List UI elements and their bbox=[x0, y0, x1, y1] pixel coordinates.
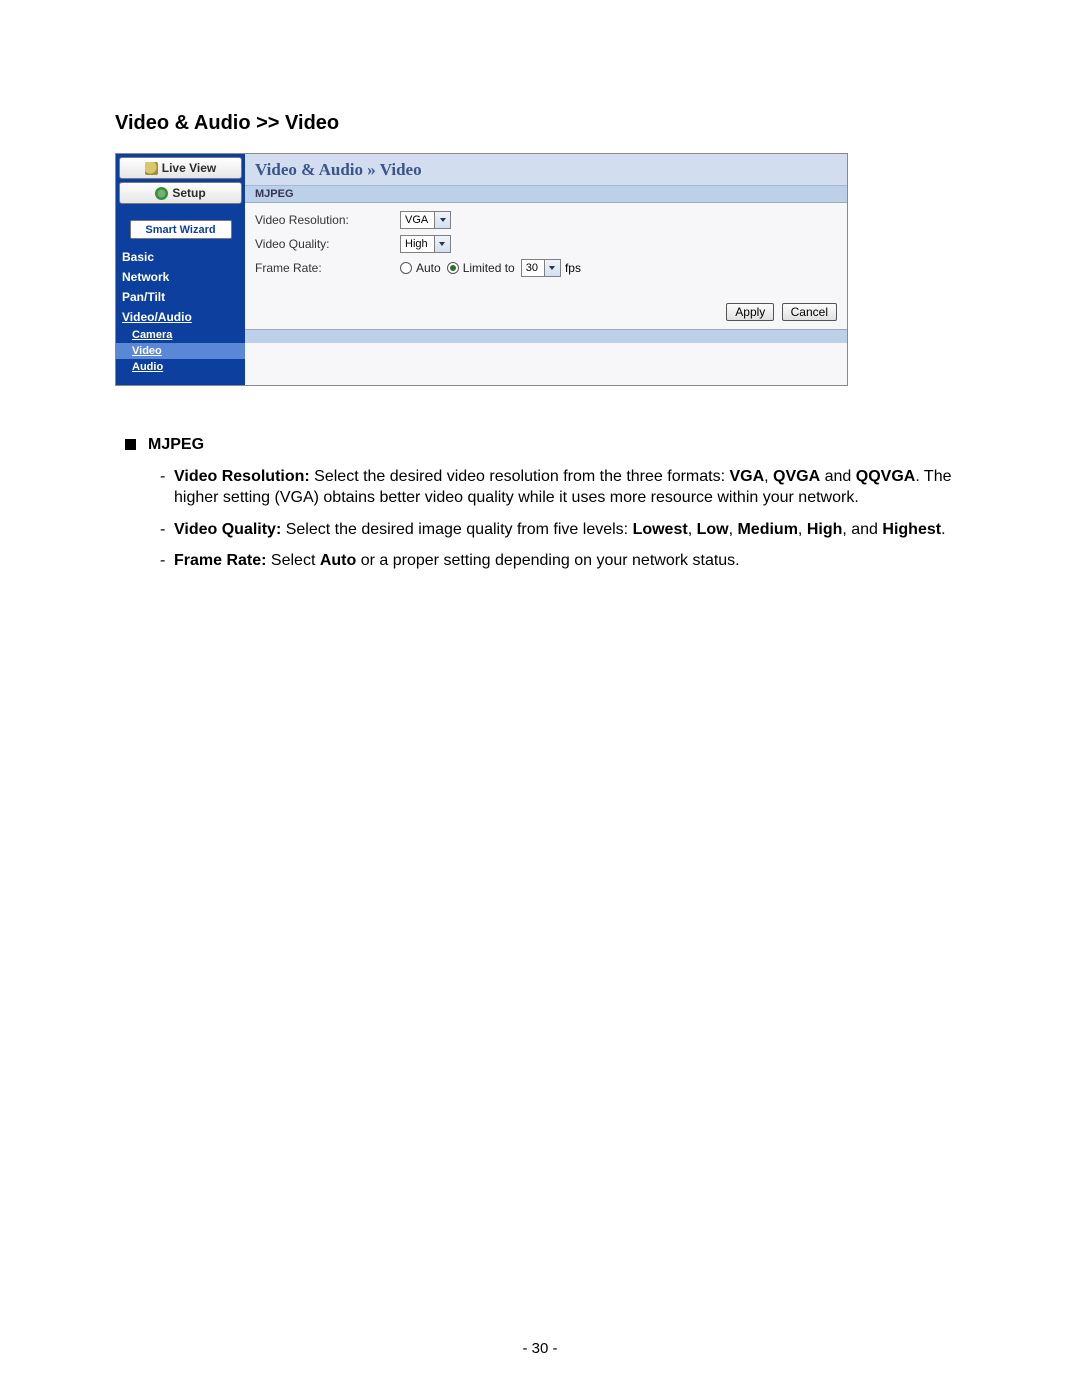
doc-heading: MJPEG bbox=[148, 434, 204, 456]
sidebar: Live View Setup Smart Wizard Basic Netwo… bbox=[116, 154, 245, 385]
smart-wizard-button[interactable]: Smart Wizard bbox=[130, 220, 232, 239]
resolution-select[interactable]: VGA bbox=[400, 211, 451, 229]
breadcrumb-part-b: Video bbox=[380, 160, 422, 179]
frame-rate-select[interactable]: 30 bbox=[521, 259, 561, 277]
frame-rate-label: Frame Rate: bbox=[255, 261, 400, 275]
sidebar-item-video-audio[interactable]: Video/Audio bbox=[116, 307, 245, 327]
sidebar-sub-audio[interactable]: Audio bbox=[116, 359, 245, 375]
doc-b2-high: High bbox=[807, 521, 843, 538]
doc-b2-c4: , and bbox=[842, 521, 882, 538]
doc-text: MJPEG Video Resolution: Select the desir… bbox=[115, 434, 965, 572]
doc-b2-highest: Highest bbox=[882, 521, 941, 538]
doc-b1-c2: and bbox=[820, 468, 856, 485]
sidebar-sub-video[interactable]: Video bbox=[116, 343, 245, 359]
gear-icon bbox=[155, 187, 168, 200]
doc-b1-c1: , bbox=[764, 468, 773, 485]
apply-button[interactable]: Apply bbox=[726, 303, 774, 321]
row-quality: Video Quality: High bbox=[255, 235, 837, 253]
quality-select[interactable]: High bbox=[400, 235, 451, 253]
doc-b2-a: Select the desired image quality from fi… bbox=[281, 521, 632, 538]
doc-b2-medium: Medium bbox=[737, 521, 797, 538]
panel-body: Video Resolution: VGA Video Quality: Hig… bbox=[245, 203, 847, 287]
setup-label: Setup bbox=[172, 186, 205, 200]
doc-b3-lead: Frame Rate: bbox=[174, 552, 266, 569]
doc-b3-b: or a proper setting depending on your ne… bbox=[356, 552, 739, 569]
doc-b3-a: Select bbox=[266, 552, 319, 569]
sidebar-item-basic[interactable]: Basic bbox=[116, 247, 245, 267]
doc-b1-lead: Video Resolution: bbox=[174, 468, 310, 485]
frame-rate-value: 30 bbox=[522, 262, 544, 274]
content-panel: Video & Audio » Video MJPEG Video Resolu… bbox=[245, 154, 847, 385]
doc-heading-row: MJPEG bbox=[125, 434, 965, 456]
sidebar-item-pan-tilt[interactable]: Pan/Tilt bbox=[116, 287, 245, 307]
bullet-square-icon bbox=[125, 439, 136, 450]
doc-bullet-quality: Video Quality: Select the desired image … bbox=[160, 519, 965, 541]
row-resolution: Video Resolution: VGA bbox=[255, 211, 837, 229]
frame-rate-auto-label: Auto bbox=[416, 261, 441, 275]
live-view-button[interactable]: Live View bbox=[119, 157, 242, 179]
setup-button[interactable]: Setup bbox=[119, 182, 242, 204]
breadcrumb-part-a: Video & Audio bbox=[255, 160, 363, 179]
quality-value: High bbox=[401, 238, 434, 250]
chevron-down-icon bbox=[434, 212, 450, 228]
doc-b1-a: Select the desired video resolution from… bbox=[310, 468, 730, 485]
panel-footer-bar bbox=[245, 329, 847, 343]
settings-screenshot: Live View Setup Smart Wizard Basic Netwo… bbox=[115, 153, 848, 386]
breadcrumb-sep: » bbox=[363, 160, 380, 179]
doc-bullet-resolution: Video Resolution: Select the desired vid… bbox=[160, 466, 965, 509]
page-number: - 30 - bbox=[0, 1340, 1080, 1357]
doc-b2-low: Low bbox=[697, 521, 729, 538]
live-view-label: Live View bbox=[162, 161, 216, 175]
chevron-down-icon bbox=[544, 260, 560, 276]
resolution-value: VGA bbox=[401, 214, 434, 226]
sidebar-item-network[interactable]: Network bbox=[116, 267, 245, 287]
chevron-down-icon bbox=[434, 236, 450, 252]
row-frame-rate: Frame Rate: Auto Limited to 30 fps bbox=[255, 259, 837, 277]
frame-rate-auto-radio[interactable]: Auto bbox=[400, 261, 441, 275]
page-title: Video & Audio >> Video bbox=[115, 112, 965, 135]
doc-bullet-frame-rate: Frame Rate: Select Auto or a proper sett… bbox=[160, 550, 965, 572]
resolution-label: Video Resolution: bbox=[255, 213, 400, 227]
doc-b3-auto: Auto bbox=[320, 552, 356, 569]
doc-b1-qvga: QVGA bbox=[773, 468, 820, 485]
doc-b2-lowest: Lowest bbox=[633, 521, 688, 538]
button-row: Apply Cancel bbox=[245, 287, 847, 329]
doc-b1-vga: VGA bbox=[729, 468, 764, 485]
radio-icon bbox=[447, 262, 459, 274]
quality-label: Video Quality: bbox=[255, 237, 400, 251]
smart-wizard-label: Smart Wizard bbox=[145, 224, 215, 236]
sidebar-sub-camera[interactable]: Camera bbox=[116, 327, 245, 343]
radio-icon bbox=[400, 262, 412, 274]
breadcrumb: Video & Audio » Video bbox=[255, 160, 422, 179]
camera-icon bbox=[145, 162, 158, 175]
doc-b2-c1: , bbox=[688, 521, 697, 538]
panel-header: Video & Audio » Video bbox=[245, 154, 847, 186]
section-header-mjpeg: MJPEG bbox=[245, 186, 847, 203]
doc-b2-c3: , bbox=[798, 521, 807, 538]
frame-rate-limited-radio[interactable]: Limited to bbox=[447, 261, 515, 275]
frame-rate-unit: fps bbox=[565, 261, 581, 275]
doc-b2-lead: Video Quality: bbox=[174, 521, 281, 538]
cancel-button[interactable]: Cancel bbox=[782, 303, 837, 321]
doc-b2-end: . bbox=[941, 521, 945, 538]
doc-b1-qqvga: QQVGA bbox=[856, 468, 916, 485]
frame-rate-limited-label: Limited to bbox=[463, 261, 515, 275]
